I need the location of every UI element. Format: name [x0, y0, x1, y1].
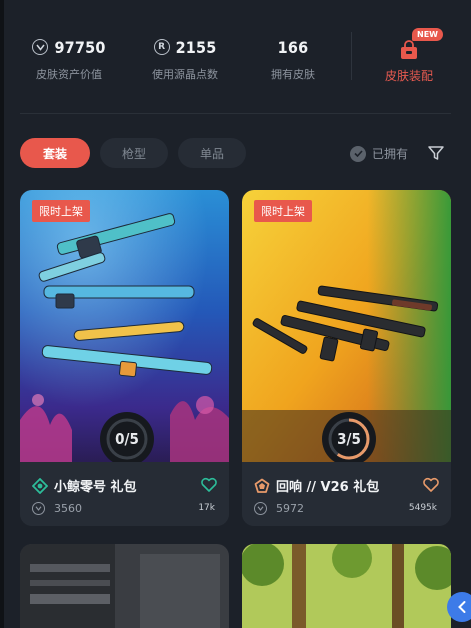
- collection-progress: 3/5: [322, 412, 376, 466]
- bundle-card-partial[interactable]: [242, 544, 451, 628]
- card-info: 回响 // V26 礼包 5972 5495k: [242, 462, 451, 526]
- progress-text: 0/5: [115, 430, 139, 448]
- owned-toggle[interactable]: 已拥有: [350, 145, 408, 162]
- category-tabs: 套装 枪型 单品: [20, 138, 246, 168]
- limited-tag: 限时上架: [254, 200, 312, 222]
- value-coin-icon: [32, 502, 45, 515]
- stat-value: 166: [277, 37, 309, 57]
- heart-icon[interactable]: [200, 476, 218, 494]
- bundle-price: 3560: [54, 502, 82, 515]
- value-coin-icon: [254, 502, 267, 515]
- outfit-bag-icon: [401, 40, 417, 59]
- bundle-card-partial[interactable]: [20, 544, 229, 628]
- bundle-art-dark: [20, 544, 229, 628]
- new-badge: NEW: [412, 28, 443, 41]
- stat-label: 皮肤资产价值: [36, 68, 102, 81]
- like-count: 17k: [198, 503, 215, 513]
- radianite-coin-icon: R: [153, 39, 170, 55]
- stat-value: 97750: [54, 37, 106, 57]
- bundle-price: 5972: [276, 502, 304, 515]
- limited-tag: 限时上架: [32, 200, 90, 222]
- tier-pentagon-icon: [254, 478, 270, 493]
- funnel-icon[interactable]: [427, 144, 445, 162]
- stat-radianite: R 2155 使用源晶点数: [130, 36, 240, 82]
- stat-owned-skins: 166 拥有皮肤: [238, 36, 348, 82]
- card-info: 小鲸零号 礼包 3560 17k: [20, 462, 229, 526]
- tab-single-items[interactable]: 单品: [178, 138, 246, 168]
- stat-skin-value: 97750 皮肤资产价值: [14, 36, 124, 82]
- bundle-art-forest: [242, 544, 451, 628]
- tab-weapon-type[interactable]: 枪型: [100, 138, 168, 168]
- like-count: 5495k: [408, 503, 437, 513]
- owned-label: 已拥有: [372, 147, 409, 161]
- stats-divider: [351, 32, 352, 80]
- tier-diamond-icon: [32, 477, 48, 494]
- value-coin-icon: [32, 39, 49, 55]
- collection-progress: 0/5: [100, 412, 154, 466]
- progress-text: 3/5: [337, 430, 361, 448]
- bundle-name: 回响 // V26 礼包: [276, 480, 380, 495]
- check-circle-icon: [350, 145, 366, 162]
- header-divider: [20, 113, 451, 114]
- stats-header: 97750 皮肤资产价值 R 2155 使用源晶点数 166 拥有皮肤 NEW …: [4, 0, 471, 112]
- chevron-left-icon: [458, 601, 466, 613]
- bundle-card[interactable]: 限时上架 3/5 回响 // V26 礼包 5972 5495k: [242, 190, 451, 526]
- tab-bundles[interactable]: 套装: [20, 138, 90, 168]
- outfit-button[interactable]: NEW 皮肤装配: [364, 28, 454, 84]
- heart-icon[interactable]: [422, 476, 440, 494]
- stat-label: 使用源晶点数: [152, 68, 218, 81]
- outfit-label: 皮肤装配: [384, 69, 433, 83]
- stat-value: 2155: [175, 37, 217, 57]
- stat-label: 拥有皮肤: [271, 68, 315, 81]
- collapse-panel-button[interactable]: [447, 592, 471, 622]
- bundle-name: 小鲸零号 礼包: [54, 480, 137, 495]
- bundle-card[interactable]: 限时上架 0/5 小鲸零号 礼包 3560 17k: [20, 190, 229, 526]
